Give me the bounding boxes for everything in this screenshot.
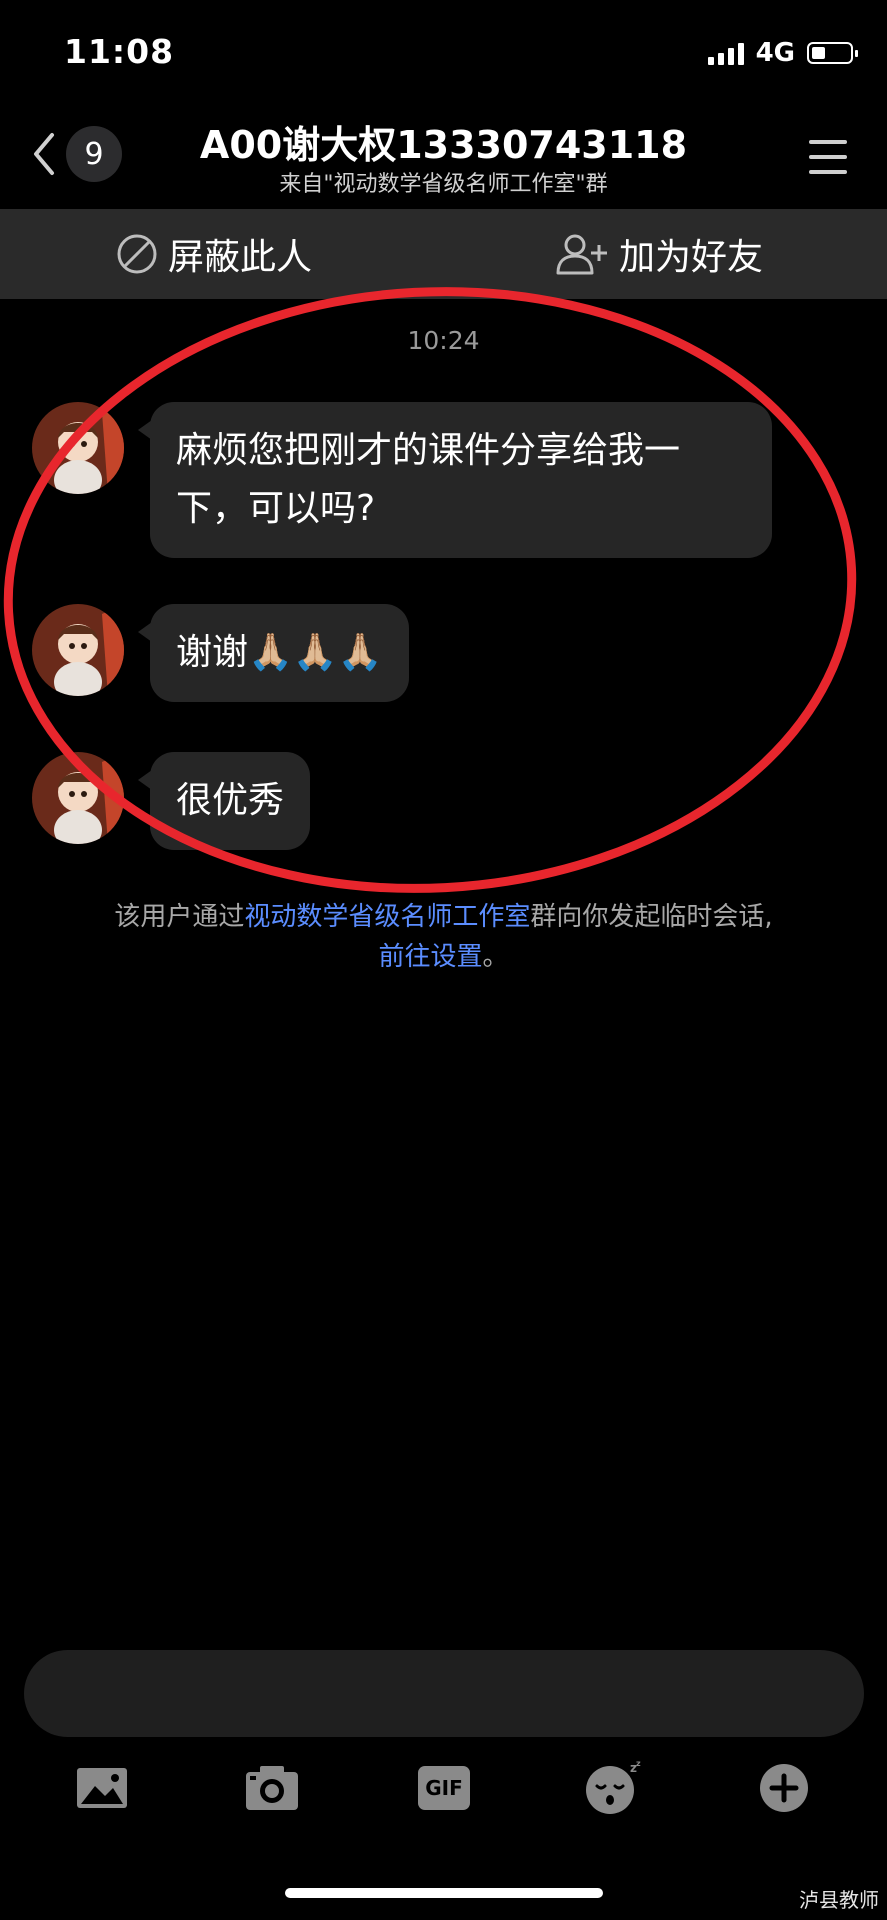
emoji-button[interactable]: z z <box>584 1758 644 1818</box>
home-indicator[interactable] <box>285 1888 603 1898</box>
message-timestamp: 10:24 <box>407 326 480 355</box>
message-row: 谢谢🙏🏼🙏🏼🙏🏼 <box>32 604 409 702</box>
avatar[interactable] <box>32 752 124 844</box>
block-user-label: 屏蔽此人 <box>168 237 313 278</box>
battery-icon <box>807 42 858 64</box>
camera-icon <box>246 1766 298 1810</box>
image-icon <box>77 1768 127 1808</box>
message-input[interactable] <box>24 1650 864 1737</box>
gif-icon: GIF <box>418 1766 470 1810</box>
svg-text:z: z <box>636 1760 641 1768</box>
status-time: 11:08 <box>64 32 175 71</box>
message-bubble[interactable]: 很优秀 <box>137 752 311 850</box>
message-bubble[interactable]: 麻烦您把刚才的课件分享给我一下，可以吗? <box>138 402 772 558</box>
action-bar: 屏蔽此人 加为好友 <box>0 209 887 299</box>
add-user-icon <box>556 234 607 275</box>
sleepy-face-icon: z z <box>586 1760 641 1814</box>
notice-end: 。 <box>482 942 509 972</box>
notice-suffix: 群向你发起临时会话, <box>530 902 773 932</box>
avatar[interactable] <box>32 604 124 696</box>
block-user-button[interactable]: 屏蔽此人 <box>116 209 312 299</box>
block-icon <box>117 234 157 274</box>
input-toolbar: GIF z z <box>0 1758 887 1818</box>
watermark: 泸县教师 <box>799 1888 879 1912</box>
plus-icon <box>760 1764 808 1812</box>
message-row: 很优秀 <box>32 752 311 850</box>
add-friend-button[interactable]: 加为好友 <box>555 209 763 299</box>
more-button[interactable] <box>754 1758 814 1818</box>
notice-prefix: 该用户通过 <box>114 902 245 932</box>
message-row: 麻烦您把刚才的课件分享给我一下，可以吗? <box>32 402 772 558</box>
chat-title: A00谢大权13330743118 <box>199 123 688 167</box>
signal-icon <box>707 41 744 65</box>
message-bubble[interactable]: 谢谢🙏🏼🙏🏼🙏🏼 <box>138 604 409 702</box>
avatar[interactable] <box>32 402 124 494</box>
chat-subtitle: 来自"视动数学省级名师工作室"群 <box>279 172 608 197</box>
settings-link[interactable]: 前往设置 <box>378 942 482 972</box>
network-type: 4G <box>755 38 795 68</box>
image-button[interactable] <box>72 1758 132 1818</box>
add-friend-label: 加为好友 <box>619 237 764 278</box>
status-icons: 4G <box>707 38 858 68</box>
gif-button[interactable]: GIF <box>414 1758 474 1818</box>
camera-button[interactable] <box>242 1758 302 1818</box>
menu-icon[interactable] <box>809 140 847 174</box>
pray-emoji: 🙏🏼🙏🏼🙏🏼 <box>248 632 383 673</box>
temp-session-notice: 该用户通过视动数学省级名师工作室群向你发起临时会话, 前往设置。 <box>0 897 887 977</box>
group-link[interactable]: 视动数学省级名师工作室 <box>244 902 530 932</box>
message-text: 谢谢 <box>176 632 249 673</box>
